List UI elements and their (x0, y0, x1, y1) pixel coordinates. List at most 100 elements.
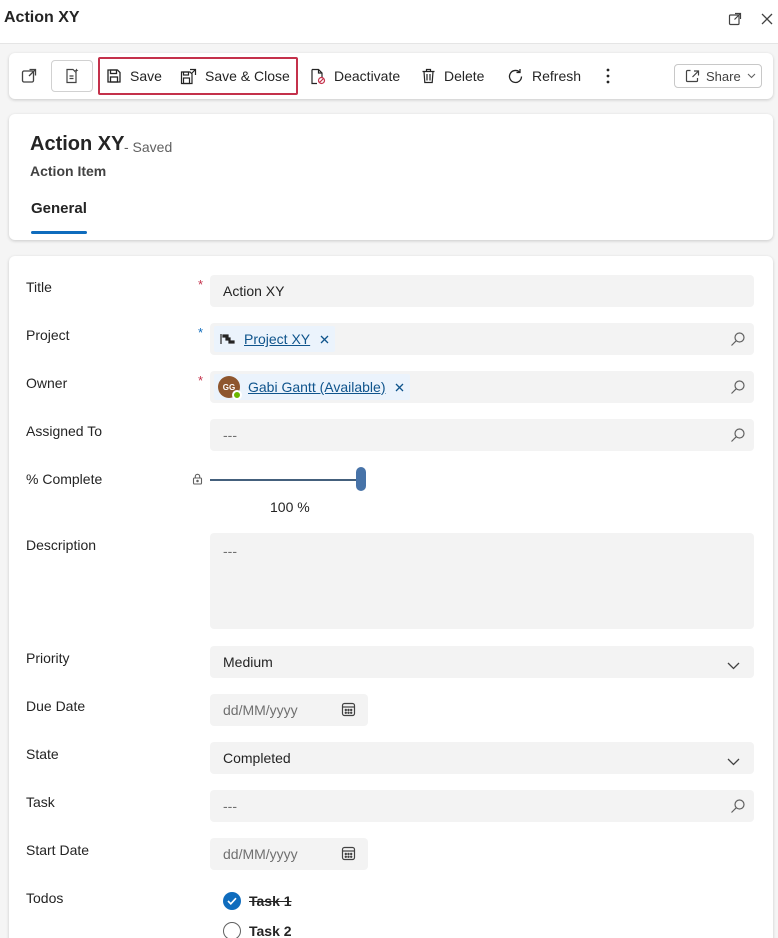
todos-label: Todos (26, 890, 64, 906)
project-lookup-tag[interactable]: Project XY (214, 326, 336, 352)
checkbox-unchecked-icon[interactable] (223, 922, 241, 938)
tab-selected-indicator (31, 231, 87, 234)
record-title: Action XY (30, 133, 125, 155)
project-search-button[interactable] (730, 331, 746, 350)
owner-lookup-tag[interactable]: GG Gabi Gantt (Available) (214, 374, 411, 400)
calendar-icon (341, 846, 356, 861)
remove-owner-button[interactable] (395, 383, 404, 392)
tab-general[interactable]: General (31, 200, 87, 217)
expand-window-icon[interactable] (726, 10, 744, 28)
description-label: Description (26, 537, 97, 553)
save-icon (107, 69, 121, 83)
save-and-close-button[interactable]: Save & Close (180, 53, 290, 99)
start-date-placeholder: dd/MM/yyyy (223, 846, 298, 862)
open-in-new-window-button[interactable] (21, 53, 37, 99)
deactivate-label: Deactivate (334, 68, 401, 84)
due-date-label: Due Date (26, 698, 86, 714)
required-indicator: * (198, 277, 204, 292)
priority-value: Medium (223, 654, 273, 670)
start-date-calendar-button[interactable] (341, 846, 356, 864)
save-button[interactable]: Save (106, 53, 162, 99)
due-date-placeholder: dd/MM/yyyy (223, 702, 298, 718)
window-title: Action XY (4, 9, 80, 26)
search-icon (731, 799, 745, 813)
start-date-label: Start Date (26, 842, 90, 858)
project-lookup-value[interactable]: Project XY (244, 331, 310, 347)
chevron-down-icon (747, 73, 756, 79)
todo-item[interactable]: Task 2 (223, 922, 292, 938)
deactivate-icon (311, 68, 326, 84)
search-icon (731, 380, 745, 394)
refresh-icon (508, 68, 523, 83)
remove-project-button[interactable] (320, 335, 329, 344)
task-label: Task (26, 794, 55, 810)
assigned-to-lookup[interactable]: --- (210, 419, 754, 451)
percent-complete-value: 100 % (270, 499, 310, 515)
save-label: Save (130, 68, 162, 84)
share-icon (685, 69, 700, 83)
window-titlebar: Action XY (0, 0, 778, 44)
required-indicator: * (198, 373, 204, 388)
owner-lookup[interactable]: GG Gabi Gantt (Available) (210, 371, 754, 403)
avatar: GG (218, 376, 242, 400)
save-and-close-label: Save & Close (205, 68, 290, 84)
chevron-down-icon (727, 657, 740, 673)
share-button[interactable]: Share (674, 64, 762, 88)
form-section-general: Title * Action XY Project * Project XY O… (9, 256, 773, 938)
assigned-to-search-button[interactable] (730, 427, 746, 446)
deactivate-button[interactable]: Deactivate (310, 53, 400, 99)
delete-label: Delete (444, 68, 485, 84)
due-date-input[interactable]: dd/MM/yyyy (210, 694, 368, 726)
entity-name: Action Item (30, 163, 107, 179)
record-header: Action XY - Saved Action Item General (9, 114, 773, 240)
calendar-icon (341, 702, 356, 717)
delete-button[interactable]: Delete (421, 53, 484, 99)
todo-item[interactable]: Task 1 (223, 892, 292, 910)
due-date-calendar-button[interactable] (341, 702, 356, 720)
task-lookup[interactable]: --- (210, 790, 754, 822)
open-external-icon (21, 68, 37, 83)
title-input[interactable]: Action XY (210, 275, 754, 307)
owner-lookup-value[interactable]: Gabi Gantt (Available) (248, 379, 385, 395)
priority-select[interactable]: Medium (210, 646, 754, 678)
project-lookup[interactable]: Project XY (210, 323, 754, 355)
refresh-button[interactable]: Refresh (507, 53, 581, 99)
command-bar: Save Save & Close Deactivate Delete Refr… (9, 53, 773, 99)
form-sparkle-icon (66, 68, 79, 84)
share-label: Share (706, 68, 741, 84)
copilot-form-button[interactable] (51, 60, 93, 92)
close-icon[interactable] (758, 10, 776, 28)
state-label: State (26, 746, 59, 762)
close-icon (320, 335, 329, 343)
todo-item-label: Task 2 (249, 923, 292, 938)
percent-complete-slider-thumb[interactable] (356, 467, 366, 491)
percent-complete-slider-track[interactable] (210, 479, 362, 481)
save-status: - Saved (124, 139, 173, 155)
title-label: Title (26, 279, 52, 295)
recommended-indicator: * (198, 325, 204, 340)
checkbox-checked-icon[interactable] (223, 892, 241, 910)
save-close-icon (180, 68, 197, 84)
owner-label: Owner (26, 375, 68, 391)
trash-icon (422, 68, 435, 84)
state-select[interactable]: Completed (210, 742, 754, 774)
project-gantt-icon (220, 334, 235, 344)
search-icon (731, 428, 745, 442)
priority-label: Priority (26, 650, 70, 666)
owner-search-button[interactable] (730, 379, 746, 398)
state-value: Completed (223, 750, 291, 766)
task-value: --- (223, 798, 237, 814)
more-commands-button[interactable] (605, 53, 611, 99)
close-icon (396, 383, 404, 391)
start-date-input[interactable]: dd/MM/yyyy (210, 838, 368, 870)
project-label: Project (26, 327, 70, 343)
description-textarea[interactable]: --- (210, 533, 754, 629)
lock-icon (192, 472, 203, 490)
search-icon (731, 332, 745, 346)
more-vertical-icon (606, 68, 610, 84)
assigned-to-label: Assigned To (26, 423, 103, 439)
refresh-label: Refresh (532, 68, 582, 84)
todo-item-label: Task 1 (249, 893, 292, 909)
assigned-to-value: --- (223, 427, 237, 443)
task-search-button[interactable] (730, 798, 746, 817)
